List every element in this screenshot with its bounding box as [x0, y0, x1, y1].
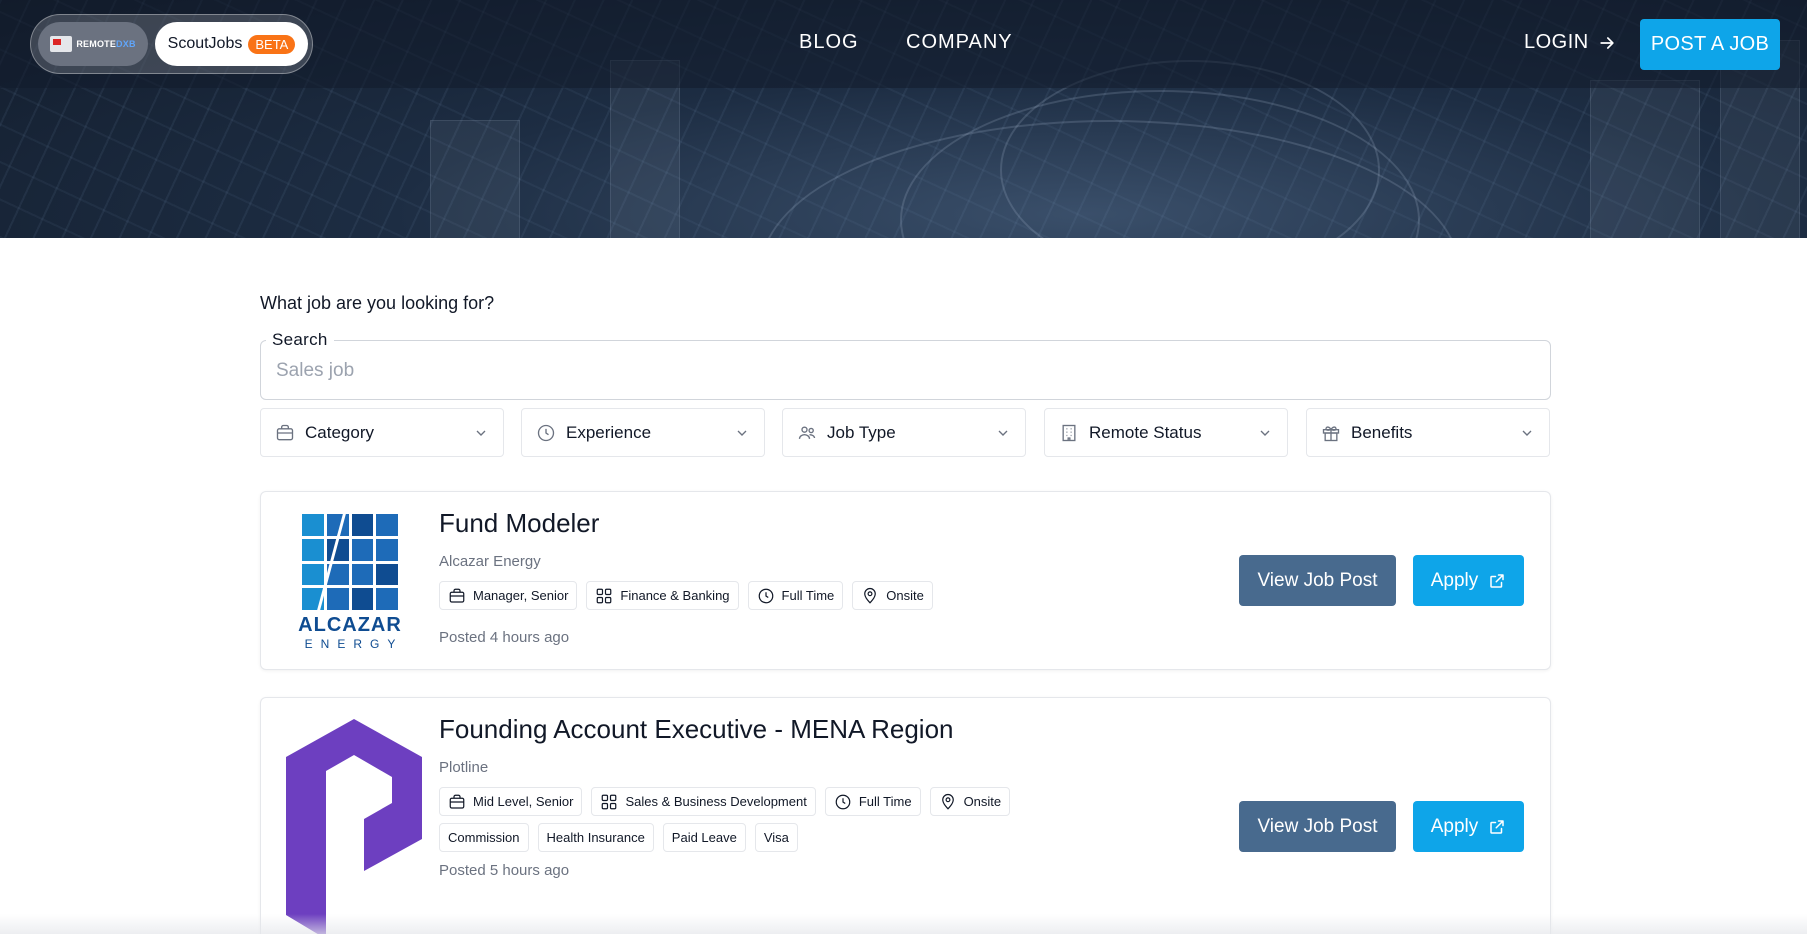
clock-icon [757, 587, 775, 605]
view-job-post-button[interactable]: View Job Post [1239, 801, 1396, 852]
filter-remote-status-label: Remote Status [1089, 422, 1202, 442]
logo-mark-icon [50, 36, 73, 52]
job-title[interactable]: Fund Modeler [439, 508, 599, 539]
filter-experience[interactable]: Experience [521, 408, 765, 457]
filter-category[interactable]: Category [260, 408, 504, 457]
chevron-down-icon [473, 425, 489, 441]
filter-experience-label: Experience [566, 422, 652, 442]
company-name: Alcazar Energy [439, 553, 541, 570]
tag-location: Onsite [852, 581, 933, 610]
hero-building [430, 120, 520, 238]
tag-label: Onsite [886, 588, 924, 603]
tag-category: Finance & Banking [586, 581, 739, 610]
benefit-tag: Visa [754, 823, 798, 852]
apply-label: Apply [1430, 569, 1479, 591]
search-label: Search [266, 330, 334, 350]
logo-subtext: ENERGY [304, 637, 404, 651]
filter-job-type[interactable]: Job Type [782, 408, 1026, 457]
logo-text-accent: DXB [116, 39, 136, 49]
scoutjobs-name: ScoutJobs [167, 35, 243, 52]
nav-company[interactable]: COMPANY [906, 31, 1013, 54]
nav-blog[interactable]: BLOG [799, 31, 859, 54]
posted-time: Posted 5 hours ago [439, 862, 570, 879]
map-pin-icon [861, 587, 879, 605]
job-title[interactable]: Founding Account Executive - MENA Region [439, 714, 954, 745]
filter-benefits[interactable]: Benefits [1306, 408, 1550, 457]
login-link[interactable]: LOGIN [1524, 31, 1617, 54]
tag-label: Full Time [858, 794, 912, 809]
chevron-down-icon [1519, 425, 1535, 441]
posted-time: Posted 4 hours ago [439, 629, 570, 646]
clock-icon [536, 423, 556, 443]
plotline-logo [286, 719, 422, 934]
apply-button[interactable]: Apply [1413, 801, 1524, 852]
post-job-button[interactable]: POST A JOB [1640, 19, 1780, 70]
filter-benefits-label: Benefits [1351, 422, 1413, 442]
gift-icon [1321, 423, 1341, 443]
alcazar-grid-mark [302, 514, 398, 610]
tag-level: Mid Level, Senior [439, 787, 583, 816]
view-job-post-button[interactable]: View Job Post [1239, 555, 1396, 606]
tag-location: Onsite [929, 787, 1011, 816]
filter-category-label: Category [305, 422, 374, 442]
remotedxb-logo[interactable]: REMOTEDXB [38, 22, 148, 66]
tag-type: Full Time [747, 581, 844, 610]
scoutjobs-link[interactable]: ScoutJobs BETA [155, 22, 308, 66]
logo-wordmark: ALCAZAR [298, 614, 402, 636]
apply-button[interactable]: Apply [1413, 555, 1524, 606]
filter-job-type-label: Job Type [827, 422, 896, 442]
job-tags: Manager, Senior Finance & Banking Full T… [439, 581, 933, 610]
users-icon [797, 423, 817, 443]
hero-building [1590, 80, 1700, 238]
building-icon [1059, 423, 1079, 443]
tag-label: Mid Level, Senior [473, 794, 574, 809]
job-card[interactable]: Founding Account Executive - MENA Region… [260, 697, 1551, 934]
chevron-down-icon [1257, 425, 1273, 441]
login-label: LOGIN [1524, 31, 1589, 53]
external-link-icon [1488, 818, 1506, 836]
tag-label: Sales & Business Development [625, 794, 807, 809]
beta-badge: BETA [248, 34, 296, 54]
clock-icon [834, 793, 852, 811]
grid-icon [595, 587, 613, 605]
filter-remote-status[interactable]: Remote Status [1044, 408, 1288, 457]
map-pin-icon [939, 793, 957, 811]
tag-label: Manager, Senior [473, 588, 569, 603]
benefit-tag: Health Insurance [537, 823, 654, 852]
logo-text: REMOTE [76, 39, 117, 49]
arrow-right-icon [1597, 33, 1617, 53]
company-name: Plotline [439, 759, 489, 776]
chevron-down-icon [734, 425, 750, 441]
search-question: What job are you looking for? [260, 293, 495, 313]
tag-level: Manager, Senior [439, 581, 578, 610]
job-card[interactable]: ALCAZAR ENERGY Fund Modeler Alcazar Ener… [260, 491, 1551, 670]
briefcase-icon [275, 423, 295, 443]
grid-icon [600, 793, 618, 811]
benefit-tag: Paid Leave [662, 823, 746, 852]
briefcase-icon [448, 587, 466, 605]
search-input[interactable] [276, 357, 1476, 385]
apply-label: Apply [1430, 815, 1479, 837]
tag-label: Onsite [963, 794, 1002, 809]
job-tags: Mid Level, Senior Sales & Business Devel… [439, 787, 1011, 816]
tag-type: Full Time [824, 787, 921, 816]
chevron-down-icon [995, 425, 1011, 441]
benefit-tag: Commission [439, 823, 529, 852]
alcazar-energy-logo: ALCAZAR ENERGY [285, 514, 415, 651]
external-link-icon [1488, 572, 1506, 590]
benefit-tags: Commission Health Insurance Paid Leave V… [439, 823, 798, 852]
tag-label: Full Time [781, 588, 835, 603]
tag-label: Finance & Banking [620, 588, 730, 603]
tag-category: Sales & Business Development [591, 787, 816, 816]
briefcase-icon [448, 793, 466, 811]
